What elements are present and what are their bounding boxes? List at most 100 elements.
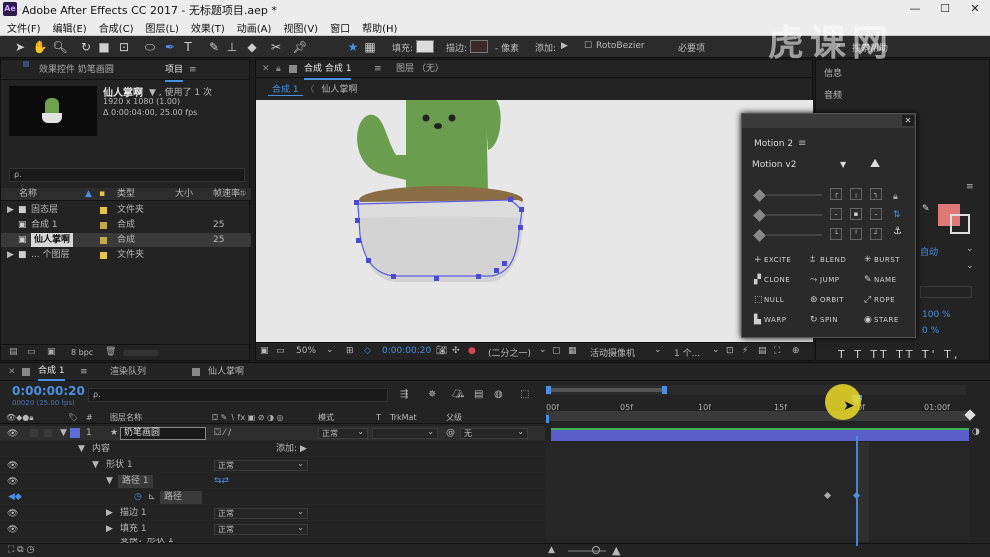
- channel-icon[interactable]: ●: [468, 346, 476, 356]
- frame-blending-icon[interactable]: ▤: [474, 389, 483, 400]
- tab-composition[interactable]: 合成 合成 1: [304, 60, 352, 80]
- jump-button[interactable]: ⤳ JUMP: [810, 275, 839, 285]
- rotobezier-checkbox[interactable]: ☐: [584, 41, 592, 51]
- menu-composition[interactable]: 合成(C): [92, 18, 139, 35]
- stare-button[interactable]: ◉ STARE: [864, 315, 899, 325]
- col-parent[interactable]: 父级: [446, 411, 462, 424]
- property-row[interactable]: ▼ 内容 添加: ▶: [0, 442, 545, 457]
- visibility-eye-icon[interactable]: 👁︎: [7, 459, 18, 474]
- current-time-display[interactable]: 0:00:00:20: [382, 346, 431, 356]
- leading-auto[interactable]: 自动: [920, 245, 938, 258]
- sort-icon[interactable]: ▲: [85, 188, 92, 201]
- tracking-dropdown[interactable]: [920, 286, 972, 298]
- clone-stamp-tool-icon[interactable]: ⊥: [224, 39, 240, 55]
- exchange-icon[interactable]: ⇅: [893, 210, 901, 220]
- label-color-swatch[interactable]: [100, 237, 107, 244]
- tab-render-queue[interactable]: 渲染队列: [110, 363, 146, 381]
- col-type[interactable]: 类型: [117, 188, 135, 201]
- solo-toggle[interactable]: [30, 429, 38, 437]
- shy-layers-icon[interactable]: ⛺︎: [452, 389, 465, 400]
- comp-viewer[interactable]: [256, 100, 813, 342]
- visibility-eye-icon[interactable]: 👁︎: [7, 507, 18, 522]
- maximize-button[interactable]: ☐: [930, 0, 960, 18]
- label-color-swatch[interactable]: [100, 252, 107, 259]
- warp-button[interactable]: ▙ WARP: [754, 315, 786, 325]
- title-safe-icon[interactable]: ⊞: [346, 346, 354, 356]
- orbit-button[interactable]: ⊛ ORBIT: [810, 295, 844, 305]
- lock-toggle[interactable]: [44, 429, 52, 437]
- project-row[interactable]: ▶ ■ 固态层 文件夹: [1, 203, 251, 217]
- draft-3d-icon[interactable]: ✵: [428, 389, 436, 400]
- close-button[interactable]: ✕: [960, 0, 990, 18]
- menu-window[interactable]: 窗口: [323, 18, 355, 35]
- graph-editor-icon[interactable]: ⬚: [520, 389, 529, 400]
- chevron-down-icon[interactable]: ▼: [840, 160, 846, 169]
- expand-arrow-icon[interactable]: ▶: [106, 506, 113, 521]
- collapse-arrow-icon[interactable]: ▼: [60, 426, 67, 441]
- collapse-arrow-icon[interactable]: ▼: [106, 474, 113, 489]
- excite-button[interactable]: + EXCITE: [754, 255, 791, 265]
- star-icon[interactable]: ★: [345, 39, 361, 55]
- rope-button[interactable]: ⤢ ROPE: [864, 295, 895, 305]
- col-layer-name[interactable]: 图层名称: [110, 411, 142, 424]
- visibility-eye-icon[interactable]: 👁︎: [7, 427, 18, 442]
- expand-arrow-icon[interactable]: ▶: [7, 203, 14, 217]
- trkmat-dropdown[interactable]: [372, 427, 438, 439]
- layer-row[interactable]: 👁︎ ▼ 1 ★ 奶笔画圆 ⛋ ⁄ ∕ 正常 @ 无: [0, 426, 545, 441]
- motion2-close-icon[interactable]: ✕: [902, 115, 914, 126]
- delete-icon[interactable]: 🗑︎: [105, 347, 116, 357]
- zoom-dropdown[interactable]: 50%: [296, 346, 316, 356]
- property-row[interactable]: ◀◆ ◷ ⊾ 路径: [0, 490, 545, 505]
- navigator-end-handle[interactable]: [662, 386, 667, 394]
- property-row[interactable]: 👁︎ ▶ 填充 1 正常: [0, 522, 545, 537]
- flowchart-icon[interactable]: ⛶: [774, 346, 780, 356]
- menu-edit[interactable]: 编辑(E): [46, 18, 92, 35]
- type-tool-icon[interactable]: T: [180, 39, 196, 55]
- workspace-essentials[interactable]: 必要项: [678, 41, 705, 54]
- visibility-eye-icon[interactable]: 👁︎: [7, 475, 18, 490]
- transparency-grid-icon[interactable]: ▦: [568, 346, 577, 356]
- stroke-swatch[interactable]: [470, 40, 488, 53]
- project-search-input[interactable]: ρ.: [9, 168, 245, 182]
- anchor-tr-icon[interactable]: ┐: [870, 188, 882, 200]
- keyframe-nav-icon[interactable]: ◀◆: [8, 490, 22, 505]
- thumbnail-slider[interactable]: [123, 350, 159, 356]
- panel-menu-icon[interactable]: ≡: [798, 138, 806, 149]
- audio-panel-tab[interactable]: 音频: [824, 88, 842, 101]
- collapse-arrow-icon[interactable]: ▼: [92, 458, 99, 473]
- zoom-in-icon[interactable]: ▲: [612, 544, 620, 557]
- menu-animation[interactable]: 动画(A): [230, 18, 277, 35]
- preview-monitor-icon[interactable]: ▭: [276, 346, 285, 356]
- layer-name-field[interactable]: 奶笔画圆: [120, 427, 206, 440]
- slider-2-track[interactable]: [766, 214, 822, 216]
- fill-swatch[interactable]: [416, 40, 434, 53]
- property-row[interactable]: 👁︎ ▼ 形状 1 正常: [0, 458, 545, 473]
- tab-timeline-cactus[interactable]: 仙人掌啊: [208, 363, 244, 381]
- project-row[interactable]: ▣ 合成 1 合成 25: [1, 218, 251, 232]
- pickwhip-icon[interactable]: @: [446, 426, 455, 441]
- fill-mode-icon[interactable]: ▦: [362, 39, 378, 55]
- info-panel-tab[interactable]: 信息: [824, 66, 842, 79]
- col-name[interactable]: 名称: [19, 188, 37, 201]
- anchor-ml-icon[interactable]: –: [830, 208, 842, 220]
- av-features-icon[interactable]: 👁︎◆●🔒︎: [6, 411, 34, 424]
- expand-arrow-icon[interactable]: ▶: [106, 522, 113, 537]
- roi-icon[interactable]: ▢: [552, 346, 561, 356]
- anchor-br-icon[interactable]: ┘: [870, 228, 882, 240]
- resolution-dropdown[interactable]: (二分之一): [488, 346, 531, 359]
- path-keyframe-1[interactable]: [823, 491, 832, 500]
- in-out-marker-icon[interactable]: ◑: [972, 427, 980, 437]
- project-row[interactable]: ▶ ■ ... 个图层 文件夹: [1, 248, 251, 262]
- blend-mode-dropdown[interactable]: 正常: [214, 507, 308, 519]
- faux-styles-row[interactable]: T T TT TT T' T,: [838, 348, 960, 361]
- spin-button[interactable]: ↻ SPIN: [810, 315, 838, 325]
- breadcrumb-cactus[interactable]: 仙人掌啊: [317, 85, 361, 95]
- add-dropdown-icon[interactable]: ▶: [561, 41, 568, 51]
- bit-depth[interactable]: 8 bpc: [71, 348, 93, 357]
- path-direction-icon[interactable]: ⇆⇄: [214, 474, 229, 489]
- puppet-pin-tool-icon[interactable]: 📌︎: [292, 39, 308, 55]
- col-size[interactable]: 大小: [175, 188, 193, 201]
- label-col-icon[interactable]: ▪: [99, 188, 105, 201]
- toggle-pixel-icon[interactable]: ⊡: [726, 346, 734, 356]
- current-time-indicator[interactable]: [856, 436, 858, 546]
